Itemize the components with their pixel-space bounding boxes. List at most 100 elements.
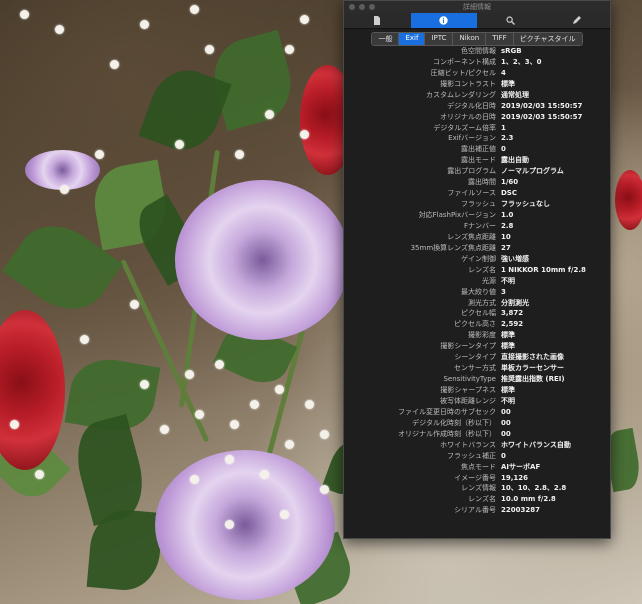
exif-row: 圧縮ビット/ピクセル 4 <box>344 68 610 79</box>
exif-row: イメージ番号 19,126 <box>344 473 610 484</box>
tab-exif[interactable]: Exif <box>399 33 426 45</box>
exif-key: 露出補正値 <box>461 145 496 154</box>
exif-value: AIサーボAF <box>501 462 541 471</box>
exif-row: コンポーネント構成 1、2、3、0 <box>344 57 610 68</box>
toolbar-doc-button[interactable] <box>344 13 411 28</box>
exif-key: シーンタイプ <box>454 353 496 362</box>
exif-row: 撮影シャープネス 標準 <box>344 385 610 396</box>
toolbar-edit-button[interactable] <box>544 13 611 28</box>
exif-key: デジタル化日時 <box>447 101 496 110</box>
exif-value: DSC <box>501 189 517 198</box>
exif-value: 10.0 mm f/2.8 <box>501 495 556 504</box>
exif-key: ホワイトバランス <box>440 440 496 449</box>
exif-value: 1 NIKKOR 10mm f/2.8 <box>501 265 586 274</box>
exif-key: SensitivityType <box>443 375 496 384</box>
tab-iptc[interactable]: IPTC <box>425 33 454 45</box>
exif-row: 撮影彩度 標準 <box>344 330 610 341</box>
inspector-toolbar <box>344 13 610 29</box>
exif-value: 10 <box>501 232 511 241</box>
exif-row: 対応FlashPixバージョン 1.0 <box>344 210 610 221</box>
exif-key: レンズ名 <box>468 265 496 274</box>
exif-value: フラッシュなし <box>501 200 550 209</box>
exif-value: 標準 <box>501 331 515 340</box>
exif-value: 1 <box>501 123 506 132</box>
exif-key: 被写体距離レンジ <box>440 396 496 405</box>
exif-row: レンズ焦点距離 10 <box>344 232 610 243</box>
exif-key: 露出モード <box>461 156 496 165</box>
exif-row: レンズ名 1 NIKKOR 10mm f/2.8 <box>344 265 610 276</box>
exif-row: 露出時間 1/60 <box>344 177 610 188</box>
exif-value: 分割測光 <box>501 298 529 307</box>
exif-value: 4 <box>501 68 506 77</box>
exif-key: レンズ名 <box>468 495 496 504</box>
exif-value: 単板カラーセンサー <box>501 364 564 373</box>
exif-row: 露出補正値 0 <box>344 144 610 155</box>
exif-key: ファイルソース <box>447 189 496 198</box>
exif-key: Fナンバー <box>463 221 496 230</box>
exif-row: オリジナル作成時刻（秒以下） 00 <box>344 429 610 440</box>
exif-row: オリジナルの日時 2019/02/03 15:50:57 <box>344 112 610 123</box>
exif-row: 最大絞り値 3 <box>344 287 610 298</box>
exif-value: 2019/02/03 15:50:57 <box>501 101 583 110</box>
exif-key: 色空間情報 <box>461 46 496 55</box>
exif-key: 焦点モード <box>461 462 496 471</box>
exif-value: 通常処理 <box>501 90 529 99</box>
tab-general[interactable]: 一般 <box>372 33 400 45</box>
exif-row: ファイルソース DSC <box>344 188 610 199</box>
exif-key: デジタル化時刻（秒以下） <box>412 418 496 427</box>
exif-key: レンズ焦点距離 <box>447 232 496 241</box>
doc-icon <box>374 16 381 25</box>
exif-value: 19,126 <box>501 473 529 482</box>
exif-value: 2.8 <box>501 221 514 230</box>
exif-key: フラッシュ補正 <box>447 451 496 460</box>
exif-value: 1.0 <box>501 211 514 220</box>
exif-key: ピクセル高さ <box>454 320 496 329</box>
exif-row: 撮影コントラスト 標準 <box>344 79 610 90</box>
exif-key: レンズ情報 <box>461 484 496 493</box>
exif-key: カスタムレンダリング <box>426 90 496 99</box>
exif-row: シーンタイプ 直接撮影された画像 <box>344 352 610 363</box>
exif-value: 強い増感 <box>501 254 529 263</box>
tab-picture-style[interactable]: ピクチャスタイル <box>513 33 582 45</box>
exif-value: 3,872 <box>501 309 524 318</box>
exif-row: ゲイン制御 強い増感 <box>344 254 610 265</box>
exif-row: 光源 不明 <box>344 276 610 287</box>
exif-row: ファイル変更日時のサブセック 00 <box>344 407 610 418</box>
exif-value: 露出自動 <box>501 156 529 165</box>
exif-row: 色空間情報 sRGB <box>344 46 610 57</box>
exif-value: 不明 <box>501 396 515 405</box>
exif-value: 1/60 <box>501 178 519 187</box>
exif-value: 00 <box>501 407 511 416</box>
exif-table: 色空間情報 sRGB コンポーネント構成 1、2、3、0 圧縮ビット/ピクセル 4 撮影コン… <box>344 46 610 516</box>
exif-row: センサー方式 単板カラーセンサー <box>344 363 610 374</box>
exif-row: ピクセル幅 3,872 <box>344 309 610 320</box>
exif-value: 00 <box>501 429 511 438</box>
exif-key: コンポーネント構成 <box>433 57 496 66</box>
exif-value: 標準 <box>501 386 515 395</box>
exif-inspector-window: 詳細情報 一般 Exif IPTC Nikon TIFF ピクチャスタイル 色空… <box>343 0 611 539</box>
exif-value: 0 <box>501 451 506 460</box>
tab-tiff[interactable]: TIFF <box>486 33 514 45</box>
exif-row: Exifバージョン 2.3 <box>344 134 610 145</box>
exif-value: 2,592 <box>501 320 524 329</box>
exif-row: 35mm換算レンズ焦点距離 27 <box>344 243 610 254</box>
exif-key: 対応FlashPixバージョン <box>418 211 496 220</box>
exif-value: 2019/02/03 15:50:57 <box>501 112 583 121</box>
exif-row: ピクセル高さ 2,592 <box>344 319 610 330</box>
exif-value: ノーマルプログラム <box>501 167 564 176</box>
tab-nikon[interactable]: Nikon <box>453 33 487 45</box>
toolbar-info-button[interactable] <box>410 13 477 28</box>
toolbar-search-button[interactable] <box>477 13 544 28</box>
exif-key: センサー方式 <box>454 364 496 373</box>
exif-key: オリジナル作成時刻（秒以下） <box>398 429 496 438</box>
exif-value: 00 <box>501 418 511 427</box>
exif-key: Exifバージョン <box>448 134 496 143</box>
exif-value: 直接撮影された画像 <box>501 353 564 362</box>
exif-row: デジタル化日時 2019/02/03 15:50:57 <box>344 101 610 112</box>
exif-value: 10、10、2.8、2.8 <box>501 484 567 493</box>
exif-row: 測光方式 分割測光 <box>344 298 610 309</box>
exif-row: レンズ名 10.0 mm f/2.8 <box>344 494 610 505</box>
exif-key: ゲイン制御 <box>461 254 496 263</box>
exif-row: デジタル化時刻（秒以下） 00 <box>344 418 610 429</box>
exif-value: 推奨露出指数 (REI) <box>501 375 565 384</box>
